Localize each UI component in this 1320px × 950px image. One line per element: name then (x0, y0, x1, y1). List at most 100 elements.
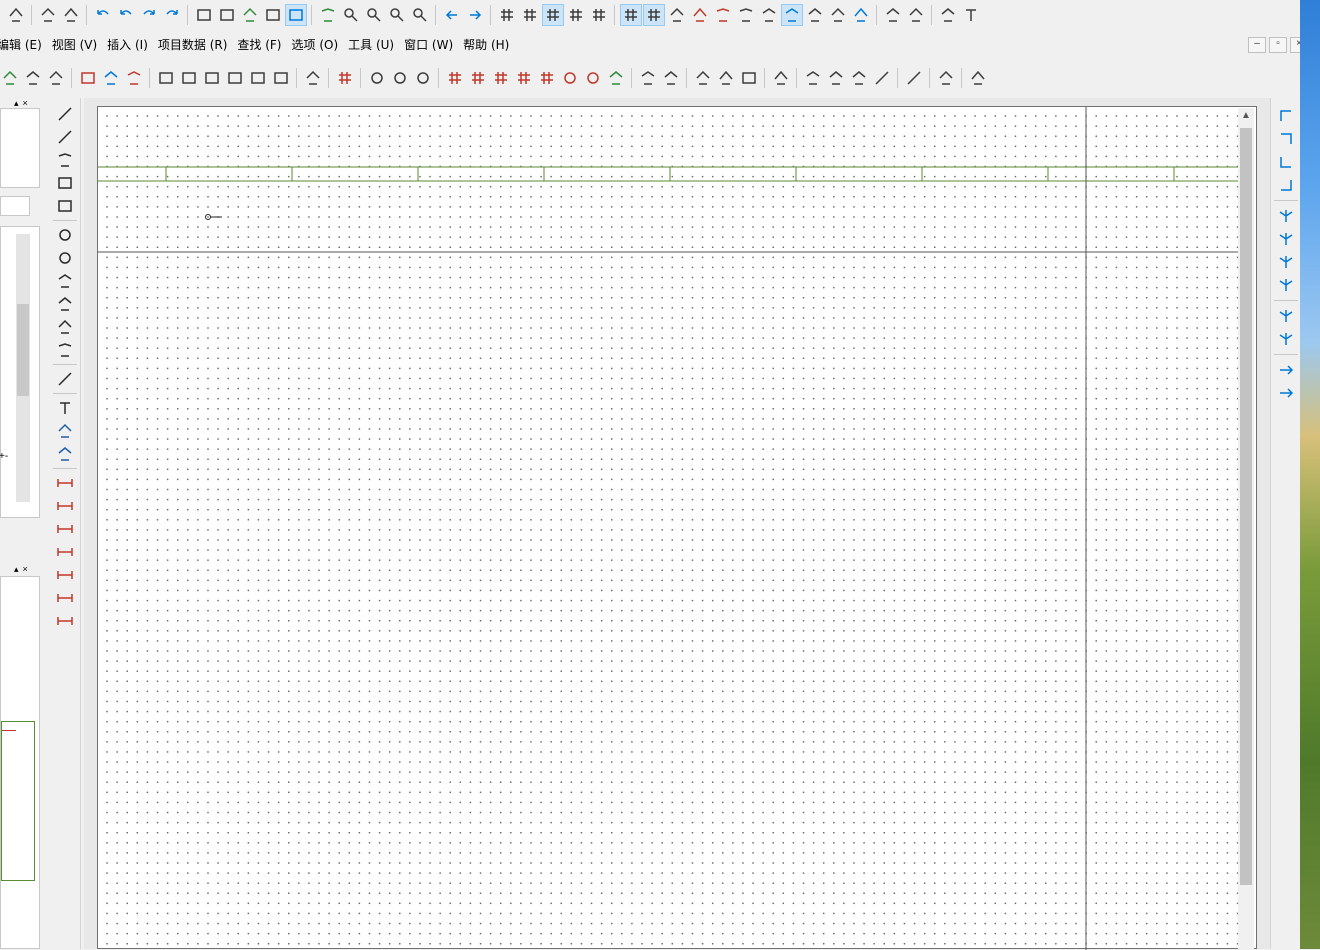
cart-icon[interactable] (937, 4, 959, 26)
menu-item[interactable]: 项目数据 (R) (153, 36, 233, 53)
grid-e-icon[interactable] (588, 4, 610, 26)
hatch-icon[interactable] (692, 67, 714, 89)
connector2-icon[interactable] (825, 67, 847, 89)
ground-icon[interactable] (770, 67, 792, 89)
polyline-icon[interactable] (52, 126, 78, 148)
doc-back-icon[interactable] (247, 67, 269, 89)
doc-edit-icon[interactable] (201, 67, 223, 89)
undo-icon[interactable] (92, 4, 114, 26)
text-frame-icon[interactable] (960, 4, 982, 26)
flag2-icon[interactable] (45, 67, 67, 89)
magnet-icon[interactable] (689, 4, 711, 26)
magnet2-icon[interactable] (712, 4, 734, 26)
branch3-icon[interactable] (1273, 251, 1299, 273)
move-icon[interactable] (882, 4, 904, 26)
branch4-icon[interactable] (1273, 274, 1299, 296)
project-tree-pane[interactable] (0, 108, 40, 188)
angle2-icon[interactable] (967, 67, 989, 89)
filter-field[interactable] (0, 196, 30, 216)
frame-icon[interactable] (666, 4, 688, 26)
doc-forward-icon[interactable] (270, 67, 292, 89)
arc2-icon[interactable] (52, 293, 78, 315)
grid-d-icon[interactable] (565, 4, 587, 26)
close-icon[interactable]: × (23, 564, 28, 575)
zoom-fit-icon[interactable] (340, 4, 362, 26)
dimension5-icon[interactable] (52, 564, 78, 586)
target-icon[interactable] (366, 67, 388, 89)
bus2-icon[interactable] (467, 67, 489, 89)
menu-item[interactable]: 插入 (I) (102, 36, 153, 53)
pin-marker-icon[interactable] (205, 214, 223, 220)
text-icon[interactable] (52, 397, 78, 419)
connect-icon[interactable] (735, 4, 757, 26)
grid-b-icon[interactable] (519, 4, 541, 26)
rectangle-icon[interactable] (52, 172, 78, 194)
grid-a-icon[interactable] (496, 4, 518, 26)
arc-icon[interactable] (52, 270, 78, 292)
move-arrow-icon[interactable] (100, 67, 122, 89)
line-cross-icon[interactable] (871, 67, 893, 89)
branch2-icon[interactable] (1273, 228, 1299, 250)
circle-icon[interactable] (52, 224, 78, 246)
menu-item[interactable]: 工具 (U) (343, 36, 399, 53)
menu-item[interactable]: 查找 (F) (232, 36, 286, 53)
corner-br-icon[interactable] (1273, 174, 1299, 196)
table-icon[interactable] (262, 4, 284, 26)
circle-a-icon[interactable] (559, 67, 581, 89)
redo-icon[interactable] (138, 4, 160, 26)
vertical-scrollbar-thumb[interactable] (1240, 128, 1252, 885)
radius-dim-icon[interactable] (52, 610, 78, 632)
circle2-icon[interactable] (52, 247, 78, 269)
arrows-icon[interactable] (850, 4, 872, 26)
restore-button[interactable]: ▫ (1269, 37, 1287, 53)
bus5-icon[interactable] (536, 67, 558, 89)
corner-bl-icon[interactable] (1273, 151, 1299, 173)
bus4-icon[interactable] (513, 67, 535, 89)
menu-item[interactable]: 窗口 (W) (399, 36, 458, 53)
ellipse-icon[interactable] (52, 339, 78, 361)
dimension-icon[interactable] (52, 472, 78, 494)
bar-icon[interactable] (780, 4, 803, 26)
spline-icon[interactable] (52, 368, 78, 390)
check-green-icon[interactable] (0, 67, 21, 89)
jump-icon[interactable] (1273, 359, 1299, 381)
component-icon[interactable] (758, 4, 780, 26)
image-icon[interactable] (52, 420, 78, 442)
brush2-icon[interactable] (60, 4, 82, 26)
flag-icon[interactable] (22, 67, 44, 89)
redo2-icon[interactable] (161, 4, 183, 26)
minimize-button[interactable]: – (1248, 37, 1266, 53)
menu-item[interactable]: 选项 (O) (287, 36, 344, 53)
line-icon[interactable] (52, 103, 78, 125)
menu-item[interactable]: 视图 (V) (47, 36, 102, 53)
target3-icon[interactable] (412, 67, 434, 89)
select-area-icon[interactable] (905, 4, 927, 26)
dashed-box-icon[interactable] (738, 67, 760, 89)
wave2-icon[interactable] (827, 4, 849, 26)
circle-b-icon[interactable] (582, 67, 604, 89)
menu-item[interactable]: 编辑 (E) (0, 36, 47, 53)
connector3-icon[interactable] (848, 67, 870, 89)
doc-icon[interactable] (155, 67, 177, 89)
wave-icon[interactable] (804, 4, 826, 26)
page-layout-icon[interactable] (193, 4, 215, 26)
angle-icon[interactable] (935, 67, 957, 89)
hatch2-icon[interactable] (715, 67, 737, 89)
delete-x-icon[interactable] (123, 67, 145, 89)
select-icon[interactable] (5, 4, 27, 26)
undo2-icon[interactable] (115, 4, 137, 26)
doc-star-icon[interactable] (224, 67, 246, 89)
grid-toggle-icon[interactable] (619, 4, 642, 26)
check-icon[interactable] (239, 4, 261, 26)
bus3-icon[interactable] (490, 67, 512, 89)
page-setup-icon[interactable] (216, 4, 238, 26)
tee-icon[interactable] (1273, 305, 1299, 327)
angle-dim-icon[interactable] (52, 587, 78, 609)
branch-icon[interactable] (1273, 205, 1299, 227)
zoom-out-icon[interactable] (386, 4, 408, 26)
bus-icon[interactable] (444, 67, 466, 89)
ellipse-arc-icon[interactable] (52, 316, 78, 338)
grid-red-icon[interactable] (334, 67, 356, 89)
corner-tl-icon[interactable] (1273, 105, 1299, 127)
jump2-icon[interactable] (1273, 382, 1299, 404)
